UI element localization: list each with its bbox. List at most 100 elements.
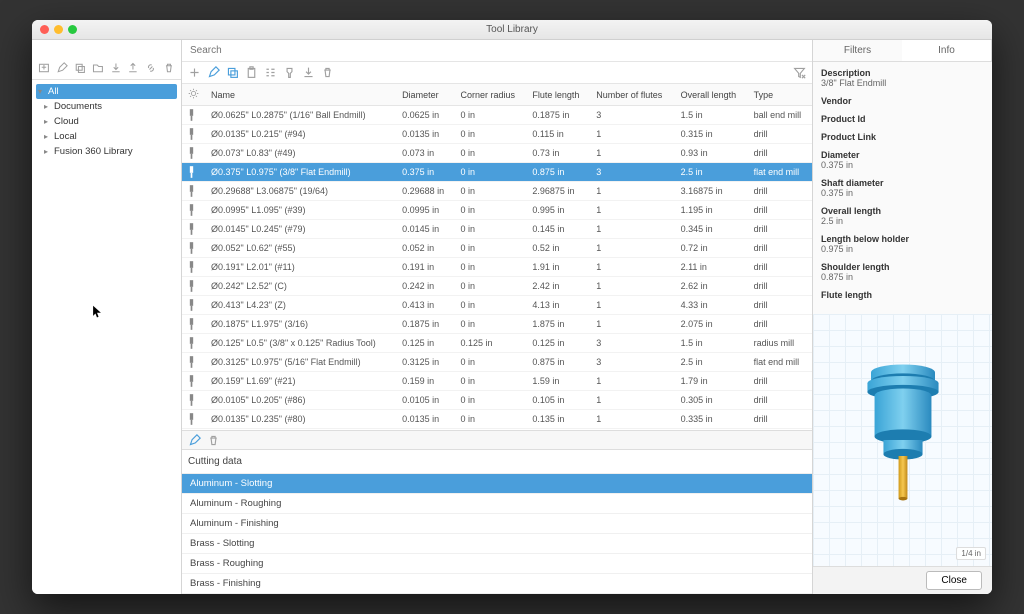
- table-row[interactable]: Ø0.0625" L0.2875" (1/16" Ball Endmill)0.…: [182, 106, 812, 125]
- cell-flute-length: 0.73 in: [526, 144, 590, 163]
- link-icon[interactable]: [145, 61, 157, 75]
- cell-diameter: 0.0105 in: [396, 391, 454, 410]
- delete-preset-icon[interactable]: [207, 434, 220, 447]
- info-productid-label: Product Id: [821, 114, 984, 124]
- table-row[interactable]: Ø0.3125" L0.975" (5/16" Flat Endmill)0.3…: [182, 353, 812, 372]
- cell-overall-length: 3.16875 in: [675, 182, 748, 201]
- cell-corner-radius: 0 in: [454, 296, 526, 315]
- col-flute-length[interactable]: Flute length: [526, 84, 590, 106]
- table-row[interactable]: Ø0.0145" L0.245" (#79)0.0145 in0 in0.145…: [182, 220, 812, 239]
- tool-shape-icon: [189, 299, 194, 311]
- cell-diameter: 0.0145 in: [396, 220, 454, 239]
- cell-name: Ø0.159" L1.69" (#21): [205, 372, 396, 391]
- edit-icon[interactable]: [56, 61, 68, 75]
- cell-num-flutes: 1: [590, 220, 674, 239]
- cell-diameter: 0.052 in: [396, 239, 454, 258]
- cell-diameter: 0.413 in: [396, 296, 454, 315]
- cell-overall-length: 0.335 in: [675, 410, 748, 429]
- cutting-preset[interactable]: Aluminum - Slotting: [182, 474, 812, 494]
- cell-corner-radius: 0 in: [454, 163, 526, 182]
- delete-tool-icon[interactable]: [321, 66, 334, 79]
- nav-local[interactable]: ▸Local: [32, 129, 181, 144]
- copy-icon[interactable]: [74, 61, 86, 75]
- table-row[interactable]: Ø0.375" L0.975" (3/8" Flat Endmill)0.375…: [182, 163, 812, 182]
- table-row[interactable]: Ø0.242" L2.52" (C)0.242 in0 in2.42 in12.…: [182, 277, 812, 296]
- close-button[interactable]: Close: [926, 571, 982, 590]
- col-type[interactable]: Type: [748, 84, 812, 106]
- export-tool-icon[interactable]: [302, 66, 315, 79]
- col-diameter[interactable]: Diameter: [396, 84, 454, 106]
- table-row[interactable]: Ø0.159" L1.69" (#21)0.159 in0 in1.59 in1…: [182, 372, 812, 391]
- tool-table-wrap[interactable]: Name Diameter Corner radius Flute length…: [182, 84, 812, 430]
- import-icon[interactable]: [127, 61, 139, 75]
- minimize-window-icon[interactable]: [54, 25, 63, 34]
- cell-diameter: 0.1875 in: [396, 315, 454, 334]
- cell-flute-length: 0.135 in: [526, 410, 590, 429]
- titlebar: Tool Library: [32, 20, 992, 40]
- search-input[interactable]: [190, 45, 804, 56]
- col-overall-length[interactable]: Overall length: [675, 84, 748, 106]
- cell-name: Ø0.0135" L0.235" (#80): [205, 410, 396, 429]
- edit-tool-icon[interactable]: [207, 66, 220, 79]
- holder-icon[interactable]: [283, 66, 296, 79]
- nav-documents[interactable]: ▸Documents: [32, 99, 181, 114]
- table-row[interactable]: Ø0.0995" L1.095" (#39)0.0995 in0 in0.995…: [182, 201, 812, 220]
- cell-diameter: 0.29688 in: [396, 182, 454, 201]
- folder-icon[interactable]: [92, 61, 104, 75]
- table-row[interactable]: Ø0.191" L2.01" (#11)0.191 in0 in1.91 in1…: [182, 258, 812, 277]
- table-row[interactable]: Ø0.0135" L0.215" (#94)0.0135 in0 in0.115…: [182, 125, 812, 144]
- info-panel: Description3/8" Flat Endmill Vendor Prod…: [813, 62, 992, 314]
- cell-flute-length: 1.59 in: [526, 372, 590, 391]
- table-row[interactable]: Ø0.29688" L3.06875" (19/64)0.29688 in0 i…: [182, 182, 812, 201]
- nav-cloud[interactable]: ▸Cloud: [32, 114, 181, 129]
- tool-shape-icon: [189, 356, 194, 368]
- clear-filter-icon[interactable]: [793, 66, 806, 79]
- table-row[interactable]: Ø0.052" L0.62" (#55)0.052 in0 in0.52 in1…: [182, 239, 812, 258]
- cell-type: ball end mill: [748, 106, 812, 125]
- table-row[interactable]: Ø0.0105" L0.205" (#86)0.0105 in0 in0.105…: [182, 391, 812, 410]
- col-corner-radius[interactable]: Corner radius: [454, 84, 526, 106]
- tab-info[interactable]: Info: [902, 40, 992, 61]
- edit-preset-icon[interactable]: [188, 434, 201, 447]
- cutting-preset[interactable]: Aluminum - Roughing: [182, 494, 812, 514]
- cell-flute-length: 0.105 in: [526, 391, 590, 410]
- renumber-icon[interactable]: [264, 66, 277, 79]
- cutting-preset[interactable]: Brass - Roughing: [182, 554, 812, 574]
- info-vendor-label: Vendor: [821, 96, 984, 106]
- cell-flute-length: 0.145 in: [526, 220, 590, 239]
- cell-diameter: 0.3125 in: [396, 353, 454, 372]
- table-row[interactable]: Ø0.0135" L0.235" (#80)0.0135 in0 in0.135…: [182, 410, 812, 429]
- info-diameter-label: Diameter: [821, 150, 984, 160]
- tab-filters[interactable]: Filters: [813, 40, 902, 61]
- cell-name: Ø0.073" L0.83" (#49): [205, 144, 396, 163]
- col-num-flutes[interactable]: Number of flutes: [590, 84, 674, 106]
- paste-tool-icon[interactable]: [245, 66, 258, 79]
- tool-3d-icon: [858, 360, 948, 520]
- table-row[interactable]: Ø0.125" L0.5" (3/8" x 0.125" Radius Tool…: [182, 334, 812, 353]
- table-row[interactable]: Ø0.073" L0.83" (#49)0.073 in0 in0.73 in1…: [182, 144, 812, 163]
- tool-shape-icon: [189, 337, 194, 349]
- tool-preview[interactable]: 1/4 in: [813, 314, 992, 566]
- cutting-preset[interactable]: Brass - Slotting: [182, 534, 812, 554]
- cell-diameter: 0.191 in: [396, 258, 454, 277]
- copy-tool-icon[interactable]: [226, 66, 239, 79]
- info-below-value: 0.975 in: [821, 244, 984, 254]
- add-tool-icon[interactable]: [188, 66, 201, 79]
- cell-name: Ø0.0135" L0.215" (#94): [205, 125, 396, 144]
- cell-overall-length: 0.72 in: [675, 239, 748, 258]
- gear-icon[interactable]: [188, 88, 199, 99]
- cutting-preset[interactable]: Brass - Finishing: [182, 574, 812, 594]
- maximize-window-icon[interactable]: [68, 25, 77, 34]
- table-row[interactable]: Ø0.413" L4.23" (Z)0.413 in0 in4.13 in14.…: [182, 296, 812, 315]
- info-overall-value: 2.5 in: [821, 216, 984, 226]
- cell-name: Ø0.0995" L1.095" (#39): [205, 201, 396, 220]
- nav-all[interactable]: ▾All: [36, 84, 177, 99]
- nav-fusion360[interactable]: ▸Fusion 360 Library: [32, 144, 181, 159]
- cutting-preset[interactable]: Aluminum - Finishing: [182, 514, 812, 534]
- new-library-icon[interactable]: [38, 61, 50, 75]
- delete-icon[interactable]: [163, 61, 175, 75]
- col-name[interactable]: Name: [205, 84, 396, 106]
- close-window-icon[interactable]: [40, 25, 49, 34]
- table-row[interactable]: Ø0.1875" L1.975" (3/16)0.1875 in0 in1.87…: [182, 315, 812, 334]
- export-icon[interactable]: [110, 61, 122, 75]
